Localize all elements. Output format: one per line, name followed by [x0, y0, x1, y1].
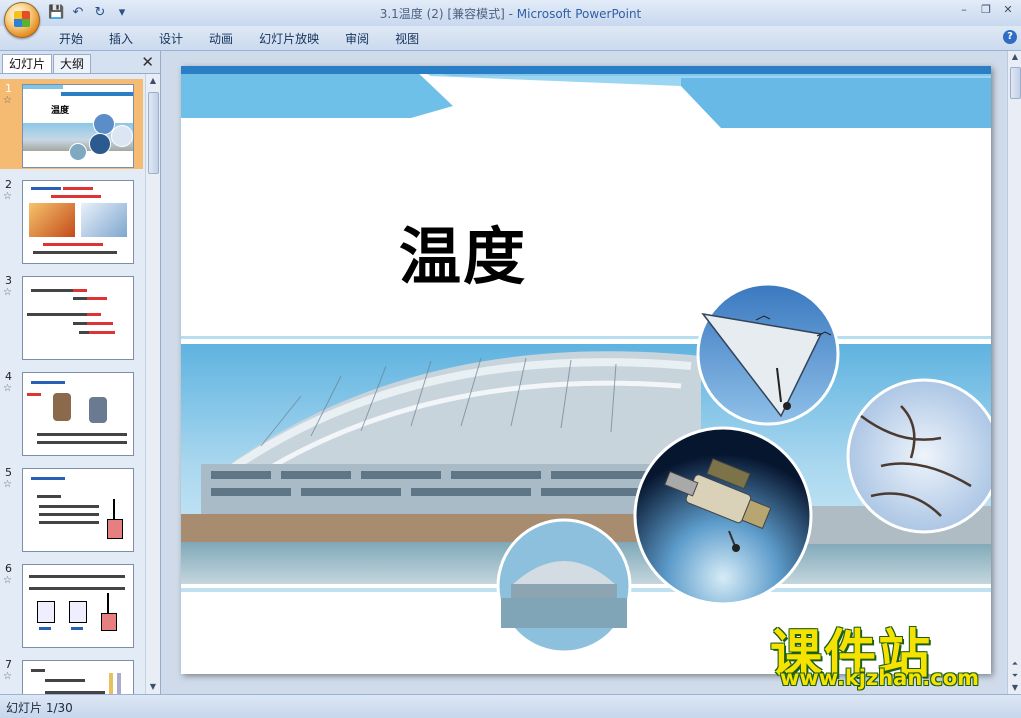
slide-number: 6: [5, 562, 12, 575]
title-bar: 💾 ↶ ↻ ▾ 3.1温度 (2) [兼容模式] - Microsoft Pow…: [0, 0, 1021, 38]
slide-number: 2: [5, 178, 12, 191]
thumbnail-list: 1 ☆ 温度 2 ☆ 3 ☆ 4 ☆ 5 ☆ 6 ☆ 7 ☆: [0, 74, 143, 694]
window-title: 3.1温度 (2) [兼容模式] - Microsoft PowerPoint: [379, 7, 642, 21]
thumbnail-title: 温度: [51, 106, 70, 116]
tab-outline[interactable]: 大纲: [53, 54, 92, 73]
thumbnail-slide-4[interactable]: 4 ☆: [0, 367, 143, 457]
scrollbar-thumb[interactable]: [1010, 67, 1021, 99]
slide-thumbnail: 温度: [22, 84, 134, 168]
tab-design[interactable]: 设计: [146, 30, 196, 48]
thumbnail-slide-3[interactable]: 3 ☆: [0, 271, 143, 361]
slide-thumbnail: [22, 468, 134, 552]
slide-thumbnail: [22, 564, 134, 648]
tab-review[interactable]: 审阅: [332, 30, 382, 48]
thumbnail-scrollbar[interactable]: ▲ ▼: [145, 74, 160, 694]
slide-number: 3: [5, 274, 12, 287]
thumbnail-slide-2[interactable]: 2 ☆: [0, 175, 143, 265]
animation-star-icon: ☆: [3, 671, 12, 682]
animation-star-icon: ☆: [3, 95, 12, 106]
hubble-telescope-photo: [633, 426, 813, 606]
status-bar: 幻灯片 1/30: [0, 694, 1021, 718]
slide-number: 4: [5, 370, 12, 383]
frost-tree-photo: [846, 378, 991, 534]
animation-star-icon: ☆: [3, 479, 12, 490]
panel-tabs: 幻灯片 大纲 ✕: [0, 51, 160, 74]
slide-thumbnail: [22, 660, 134, 694]
animation-star-icon: ☆: [3, 287, 12, 298]
ribbon-tabs: 开始 插入 设计 动画 幻灯片放映 审阅 视图: [46, 30, 432, 48]
help-icon[interactable]: ?: [1003, 30, 1017, 44]
thumbnail-slide-6[interactable]: 6 ☆: [0, 559, 143, 649]
slide-thumbnail: [22, 276, 134, 360]
tab-insert[interactable]: 插入: [96, 30, 146, 48]
glider-photo: [696, 282, 840, 426]
slide-number: 1: [5, 82, 12, 95]
slide-number: 7: [5, 658, 12, 671]
scroll-up-icon[interactable]: ▲: [1008, 51, 1021, 63]
close-panel-icon[interactable]: ✕: [141, 53, 154, 71]
thumbnail-slide-5[interactable]: 5 ☆: [0, 463, 143, 553]
watermark-url: www.kjzhan.com: [780, 666, 980, 690]
thumbnail-slide-7[interactable]: 7 ☆: [0, 655, 143, 694]
thumbnail-slide-1[interactable]: 1 ☆ 温度: [0, 79, 143, 169]
office-logo-icon: [14, 11, 30, 27]
window-controls: – ❐ ✕: [955, 2, 1017, 18]
scroll-down-icon[interactable]: ▼: [146, 680, 160, 694]
tab-slides[interactable]: 幻灯片: [2, 54, 53, 73]
tab-view[interactable]: 视图: [382, 30, 432, 48]
slide-scrollbar[interactable]: ▲ ⏶ ⏷ ▼: [1007, 51, 1021, 694]
minimize-icon[interactable]: –: [955, 2, 973, 18]
watermark: 课件站 www.kjzhan.com: [770, 612, 1010, 692]
slide-thumbnail: [22, 372, 134, 456]
tab-home[interactable]: 开始: [46, 30, 96, 48]
current-slide[interactable]: 温度: [181, 66, 991, 674]
slide-artwork: [181, 66, 991, 674]
slide-indicator: 幻灯片 1/30: [6, 701, 73, 715]
tab-slideshow[interactable]: 幻灯片放映: [246, 30, 332, 48]
scroll-up-icon[interactable]: ▲: [146, 74, 160, 88]
building-thumbnail-photo: [496, 518, 632, 654]
animation-star-icon: ☆: [3, 575, 12, 586]
animation-star-icon: ☆: [3, 383, 12, 394]
ribbon: 开始 插入 设计 动画 幻灯片放映 审阅 视图 ?: [0, 26, 1021, 51]
slides-panel: 幻灯片 大纲 ✕ 1 ☆ 温度 2 ☆ 3 ☆ 4 ☆ 5 ☆ 6 ☆ 7 ☆ …: [0, 51, 161, 694]
close-icon[interactable]: ✕: [999, 2, 1017, 18]
slide-number: 5: [5, 466, 12, 479]
scrollbar-thumb[interactable]: [148, 92, 159, 174]
office-button[interactable]: [4, 2, 40, 38]
animation-star-icon: ☆: [3, 191, 12, 202]
slide-thumbnail: [22, 180, 134, 264]
slide-title[interactable]: 温度: [399, 206, 527, 296]
tab-animations[interactable]: 动画: [196, 30, 246, 48]
restore-icon[interactable]: ❐: [977, 2, 995, 18]
